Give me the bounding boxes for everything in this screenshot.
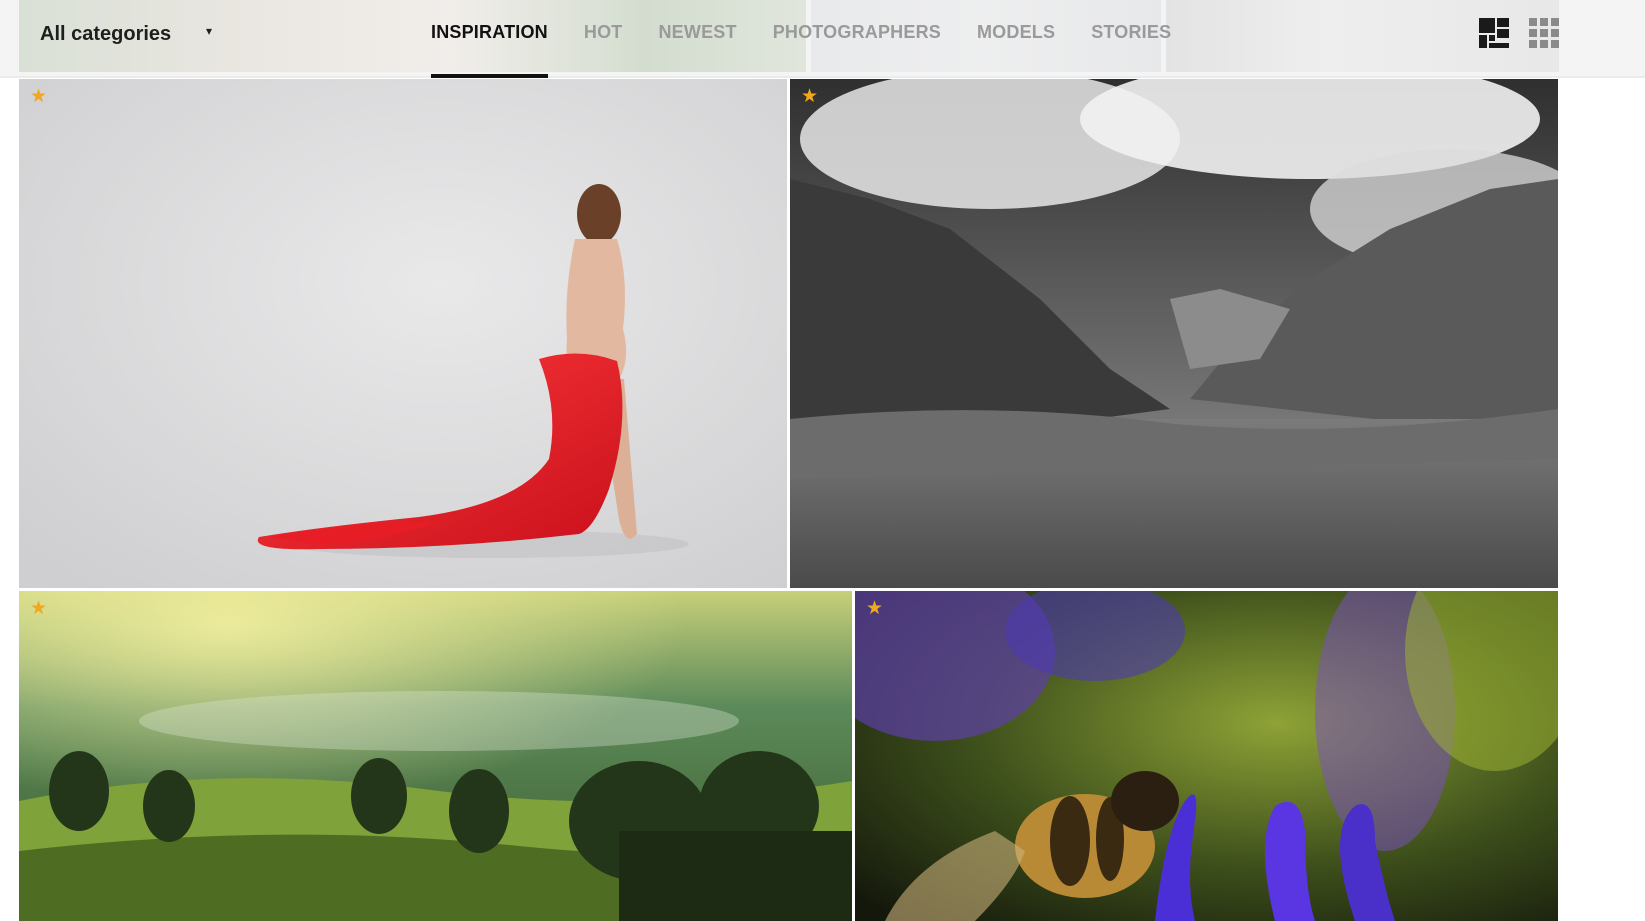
caret-down-icon: ▾ (206, 24, 213, 38)
photo-tile[interactable]: ★ (855, 591, 1558, 921)
tab-newest[interactable]: NEWEST (658, 0, 736, 78)
photo-image (19, 79, 787, 588)
top-navigation-bar: All categories ▾ INSPIRATION HOT NEWEST … (0, 0, 1645, 78)
tab-photographers[interactable]: PHOTOGRAPHERS (773, 0, 941, 78)
grid-view-button[interactable] (1528, 17, 1560, 49)
feed-tabs: INSPIRATION HOT NEWEST PHOTOGRAPHERS MOD… (431, 0, 1207, 78)
grid-view-icon (1529, 18, 1559, 48)
featured-star-icon: ★ (801, 86, 819, 107)
photo-tile[interactable]: ★ (19, 79, 787, 588)
featured-star-icon: ★ (866, 598, 884, 619)
mosaic-view-icon (1479, 18, 1509, 48)
tab-inspiration[interactable]: INSPIRATION (431, 0, 548, 78)
tab-stories[interactable]: STORIES (1091, 0, 1171, 78)
photo-image (855, 591, 1558, 921)
tab-models[interactable]: MODELS (977, 0, 1055, 78)
photo-tile[interactable]: ★ (19, 591, 852, 921)
category-dropdown[interactable]: All categories ▾ (40, 18, 220, 50)
featured-star-icon: ★ (30, 86, 48, 107)
photo-tile[interactable]: ★ (790, 79, 1558, 588)
category-dropdown-value: All categories (40, 22, 172, 45)
photo-image (19, 591, 852, 921)
tab-hot[interactable]: HOT (584, 0, 623, 78)
photo-image (790, 79, 1558, 588)
mosaic-view-button[interactable] (1478, 17, 1510, 49)
featured-star-icon: ★ (30, 598, 48, 619)
